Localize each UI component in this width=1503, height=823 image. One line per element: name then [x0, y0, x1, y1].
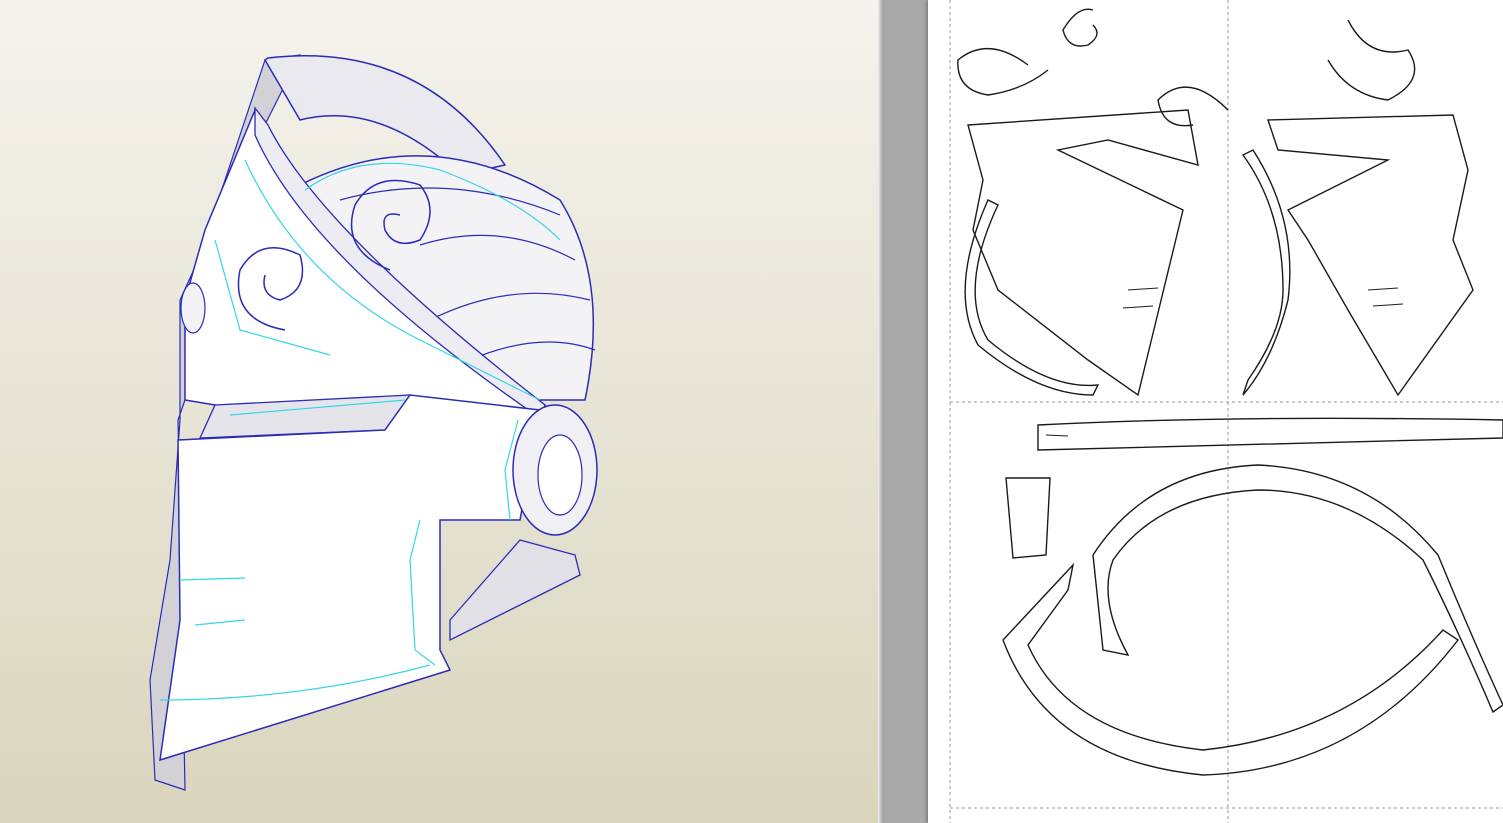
part-face-right [1267, 114, 1474, 397]
part-arc-outer [1002, 562, 1460, 776]
part-cheek-strip-right [1241, 149, 1291, 396]
unfolded-parts[interactable] [928, 0, 1503, 823]
helmet-ear-disc-inner [537, 434, 583, 516]
helmet-crest [263, 55, 507, 176]
paper-sheet [928, 0, 1503, 823]
cut-lines [957, 8, 1503, 776]
page-guides [949, 0, 1503, 823]
helmet-neck-guard [449, 539, 581, 642]
helmet-left-disc [180, 282, 206, 334]
part-swirl-mid [1157, 86, 1229, 127]
part-small-tab [1005, 477, 1051, 559]
2d-unfold-viewport[interactable] [884, 0, 1503, 823]
helmet-visor [159, 394, 541, 762]
part-long-band [1037, 417, 1503, 451]
part-cheek-strip-left [964, 199, 1100, 396]
part-marks [1045, 287, 1404, 437]
part-arc-inner [1092, 464, 1503, 714]
part-swirl-top-center [1062, 8, 1098, 47]
helmet-3d-model[interactable] [0, 0, 878, 823]
part-swirl-top-left [957, 48, 1049, 96]
papercraft-editor [0, 0, 1503, 823]
part-swirl-right [1327, 19, 1416, 101]
3d-model-viewport[interactable] [0, 0, 878, 823]
